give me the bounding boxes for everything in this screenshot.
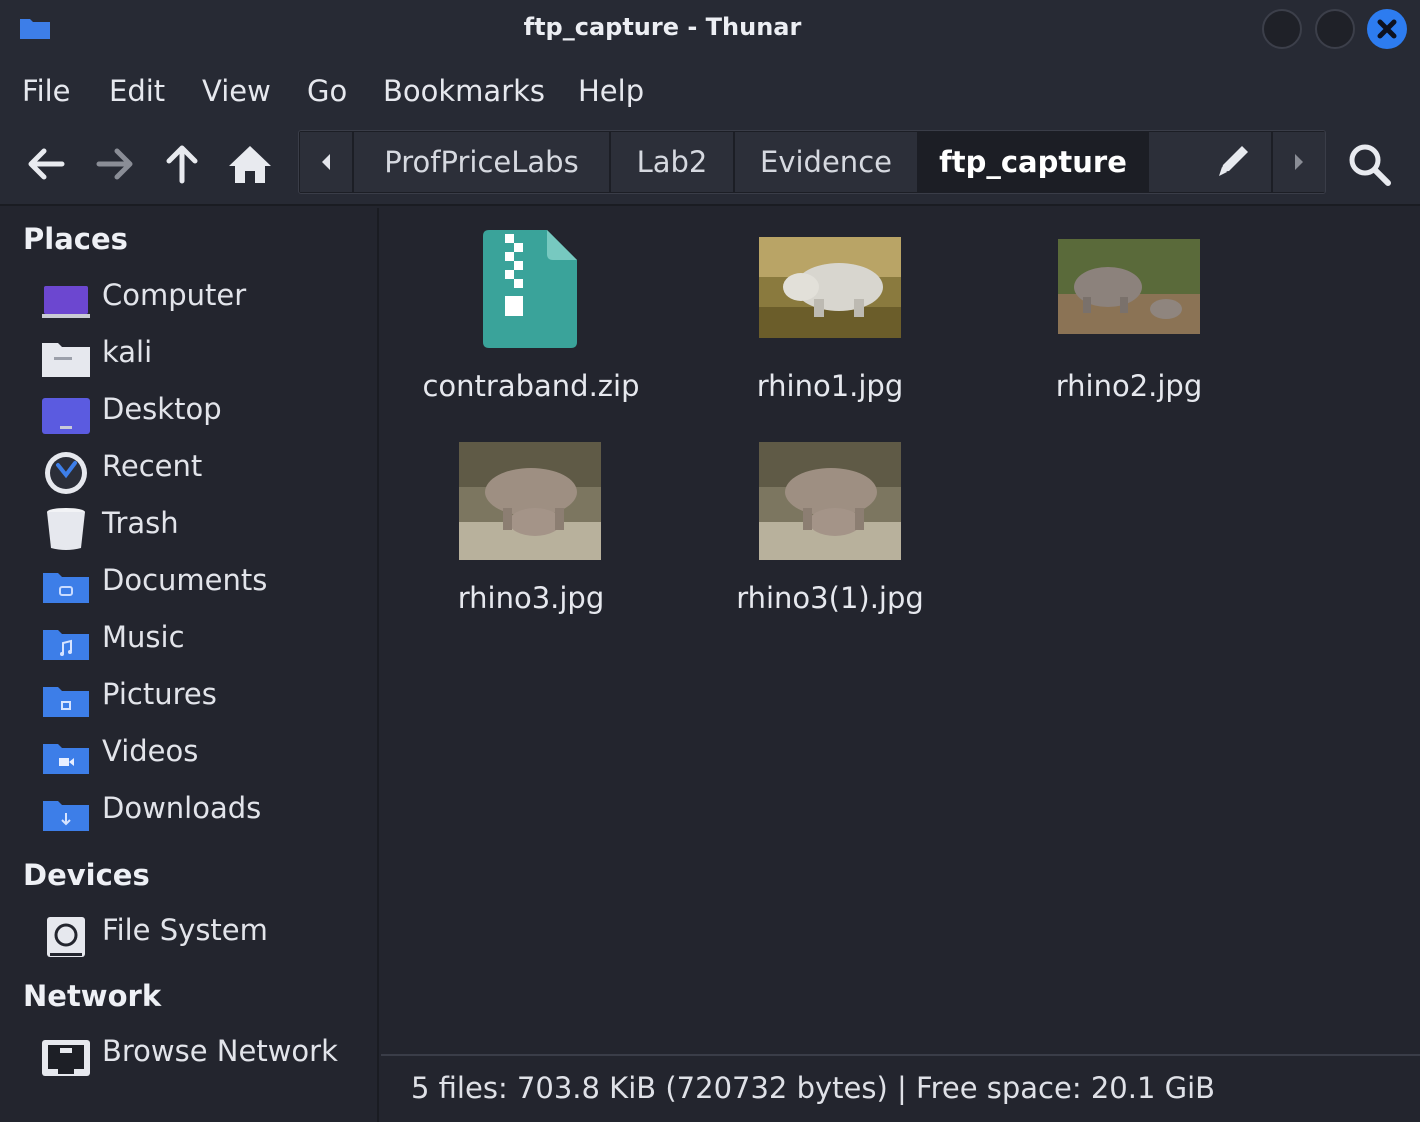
videos-folder-icon: [43, 744, 89, 774]
music-folder-icon: [43, 630, 89, 660]
file-item[interactable]: rhino3(1).jpg: [680, 438, 980, 638]
search-icon[interactable]: [1344, 139, 1394, 189]
sidebar: Places Computer kali Desktop Recent Tras…: [0, 208, 379, 1122]
crumb-evidence[interactable]: Evidence: [735, 132, 917, 192]
path-scroll-left-button[interactable]: [300, 132, 352, 192]
menu-edit[interactable]: Edit: [109, 74, 165, 108]
documents-folder-icon: [43, 573, 89, 603]
menu-file[interactable]: File: [22, 74, 71, 108]
image-thumbnail: [459, 442, 601, 560]
chevron-right-icon: [1295, 154, 1303, 170]
drive-icon: [47, 917, 85, 957]
image-thumbnail: [759, 237, 901, 338]
sidebar-item-music[interactable]: Music: [0, 614, 375, 666]
sidebar-label: Pictures: [102, 677, 217, 711]
crumb-lab2[interactable]: Lab2: [611, 132, 733, 192]
up-arrow-icon[interactable]: [157, 139, 207, 189]
sidebar-item-documents[interactable]: Documents: [0, 557, 375, 609]
crumb-profpricelabs[interactable]: ProfPriceLabs: [354, 132, 609, 192]
crumb-ftp-capture[interactable]: ftp_capture: [919, 132, 1147, 192]
sidebar-label: Trash: [102, 506, 179, 540]
menu-help[interactable]: Help: [578, 74, 644, 108]
sidebar-label: Browse Network: [102, 1034, 338, 1068]
sidebar-label: File System: [102, 913, 268, 947]
network-icon: [42, 1040, 90, 1076]
sidebar-item-trash[interactable]: Trash: [0, 500, 375, 552]
file-item[interactable]: contraband.zip: [381, 226, 681, 426]
sidebar-label: Music: [102, 620, 185, 654]
window-title: ftp_capture - Thunar: [523, 13, 802, 41]
file-view: contraband.zip rhino1.jpg rhino2.jpg rhi…: [381, 208, 1420, 1054]
chevron-left-icon: [322, 154, 330, 170]
sidebar-label: Videos: [102, 734, 199, 768]
home-icon[interactable]: [225, 139, 275, 189]
places-heading: Places: [23, 222, 128, 256]
downloads-folder-icon: [43, 801, 89, 831]
pencil-icon: [1219, 146, 1248, 176]
file-item[interactable]: rhino3.jpg: [381, 438, 681, 638]
devices-heading: Devices: [23, 858, 150, 892]
home-folder-icon: [42, 343, 90, 377]
image-thumbnail: [1058, 239, 1200, 334]
path-scroll-right-button[interactable]: [1273, 132, 1325, 192]
file-name: rhino3(1).jpg: [736, 581, 924, 615]
zip-archive-icon: [483, 230, 577, 348]
sidebar-label: Computer: [102, 278, 247, 312]
status-text: 5 files: 703.8 KiB (720732 bytes) | Free…: [411, 1071, 1216, 1105]
sidebar-label: Desktop: [102, 392, 222, 426]
sidebar-item-desktop[interactable]: Desktop: [0, 386, 375, 438]
network-heading: Network: [23, 979, 162, 1013]
sidebar-item-videos[interactable]: Videos: [0, 728, 375, 780]
sidebar-label: kali: [102, 335, 153, 369]
back-arrow-icon[interactable]: [22, 139, 72, 189]
pictures-folder-icon: [43, 687, 89, 717]
maximize-button[interactable]: [1315, 9, 1355, 49]
menu-view[interactable]: View: [202, 74, 271, 108]
sidebar-label: Downloads: [102, 791, 262, 825]
sidebar-item-downloads[interactable]: Downloads: [0, 785, 375, 837]
image-thumbnail: [759, 442, 901, 560]
file-name: rhino1.jpg: [756, 369, 904, 403]
computer-icon: [42, 286, 90, 318]
menu-bar: File Edit View Go Bookmarks Help: [0, 58, 1420, 122]
menu-bookmarks[interactable]: Bookmarks: [383, 74, 545, 108]
file-name: rhino3.jpg: [457, 581, 605, 615]
desktop-icon: [42, 398, 90, 434]
minimize-button[interactable]: [1262, 9, 1302, 49]
sidebar-label: Documents: [102, 563, 268, 597]
close-icon: [1377, 19, 1397, 39]
menu-go[interactable]: Go: [307, 74, 347, 108]
close-button[interactable]: [1367, 9, 1407, 49]
status-bar: 5 files: 703.8 KiB (720732 bytes) | Free…: [381, 1054, 1420, 1122]
forward-arrow-icon[interactable]: [89, 139, 139, 189]
sidebar-item-browse-network[interactable]: Browse Network: [0, 1028, 375, 1080]
file-item[interactable]: rhino1.jpg: [680, 226, 980, 426]
clock-icon: [45, 452, 87, 494]
sidebar-item-file-system[interactable]: File System: [0, 907, 375, 959]
edit-location-button[interactable]: [1149, 132, 1271, 192]
file-name: contraband.zip: [422, 369, 640, 403]
sidebar-item-recent[interactable]: Recent: [0, 443, 375, 495]
file-item[interactable]: rhino2.jpg: [979, 226, 1279, 426]
path-bar: ProfPriceLabs Lab2 Evidence ftp_capture: [298, 130, 1326, 194]
sidebar-item-pictures[interactable]: Pictures: [0, 671, 375, 723]
sidebar-label: Recent: [102, 449, 203, 483]
title-bar: ftp_capture - Thunar: [0, 0, 1420, 58]
sidebar-item-kali[interactable]: kali: [0, 329, 375, 381]
trash-icon: [47, 508, 85, 550]
sidebar-item-computer[interactable]: Computer: [0, 272, 375, 324]
file-name: rhino2.jpg: [1055, 369, 1203, 403]
